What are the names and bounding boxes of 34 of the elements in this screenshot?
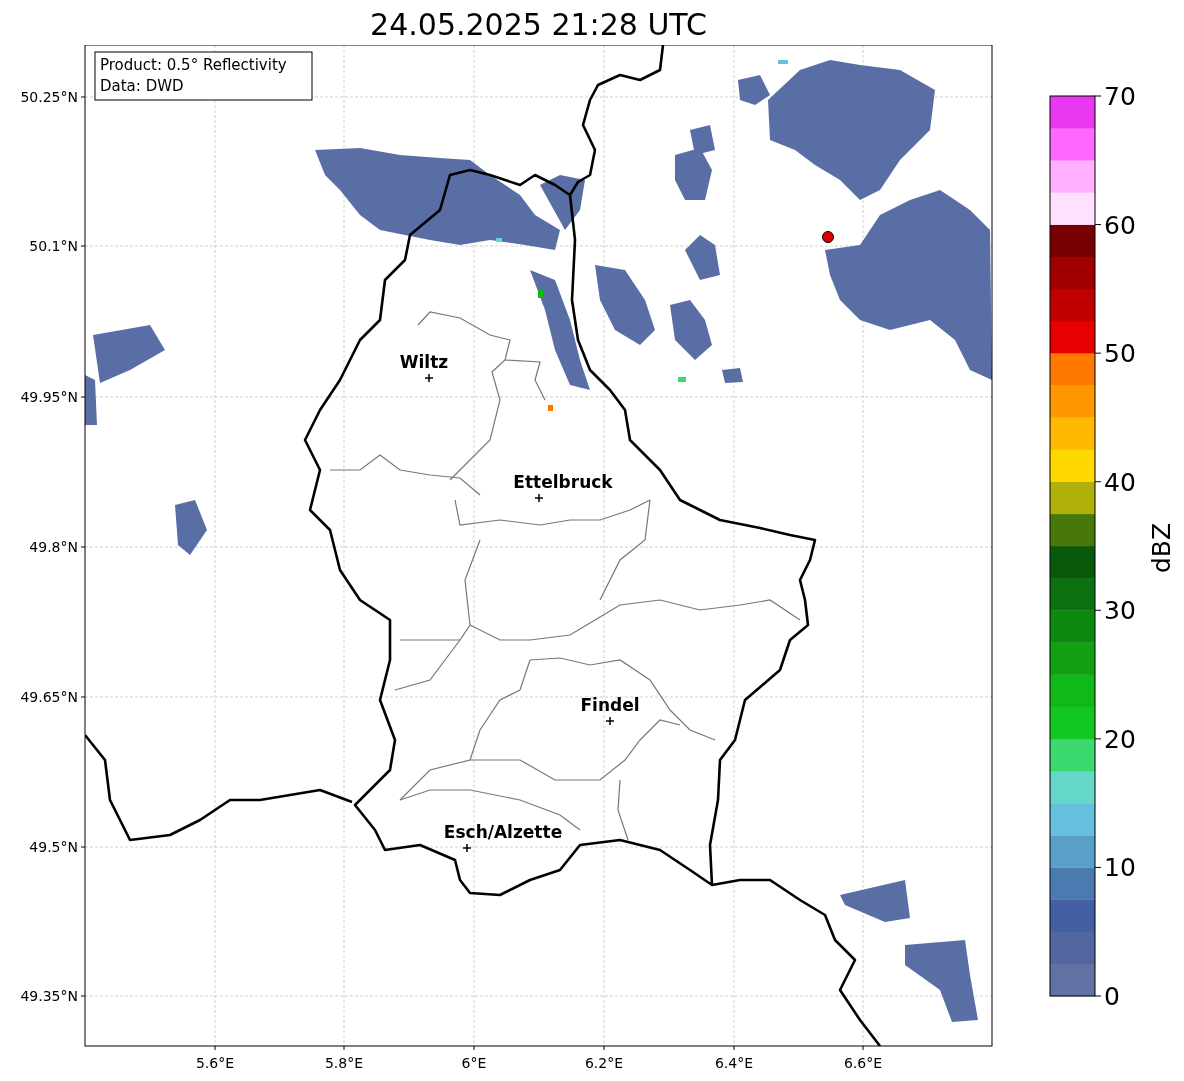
colorbar-tick-label: 40: [1104, 467, 1136, 497]
city-label: Wiltz: [399, 352, 449, 372]
colorbar-label: dBZ: [1147, 522, 1176, 574]
longitude-label: 6.6°E: [843, 1055, 883, 1071]
city-label: Esch/Alzette: [443, 822, 563, 842]
latitude-label: 50.25°N: [20, 89, 78, 105]
latitude-label: 49.8°N: [29, 539, 78, 555]
latitude-label: 49.35°N: [20, 988, 78, 1004]
colorbar-tick-label: 10: [1104, 853, 1136, 883]
longitude-label: 5.6°E: [195, 1055, 235, 1071]
colorbar-tick-label: 60: [1104, 210, 1136, 240]
latitude-label: 49.65°N: [20, 689, 78, 705]
longitude-label: 6°E: [461, 1055, 487, 1071]
colorbar-tick-label: 70: [1104, 82, 1136, 111]
latitude-label: 50.1°N: [29, 238, 78, 254]
info-text: Data: DWD: [100, 77, 184, 95]
city-label: Findel: [580, 695, 640, 715]
info-text: Product: 0.5° Reflectivity: [100, 56, 287, 74]
radar-site-marker: [822, 231, 834, 243]
city-marker-icon: [462, 843, 472, 853]
colorbar-tick-label: 0: [1104, 982, 1120, 1011]
colorbar-tick-label: 20: [1104, 724, 1136, 754]
latitude-label: 49.95°N: [20, 389, 78, 405]
colorbar-tick-label: 50: [1104, 339, 1136, 369]
city-marker-icon: [605, 716, 615, 726]
city-label: Ettelbruck: [513, 472, 613, 492]
longitude-label: 6.4°E: [714, 1055, 754, 1071]
chart-title: 24.05.2025 21:28 UTC: [369, 6, 708, 44]
longitude-label: 5.8°E: [324, 1055, 364, 1071]
longitude-label: 6.2°E: [584, 1055, 624, 1071]
city-marker-icon: [424, 373, 434, 383]
city-marker-icon: [534, 493, 544, 503]
colorbar-tick-label: 30: [1104, 596, 1136, 626]
latitude-label: 49.5°N: [29, 839, 78, 855]
